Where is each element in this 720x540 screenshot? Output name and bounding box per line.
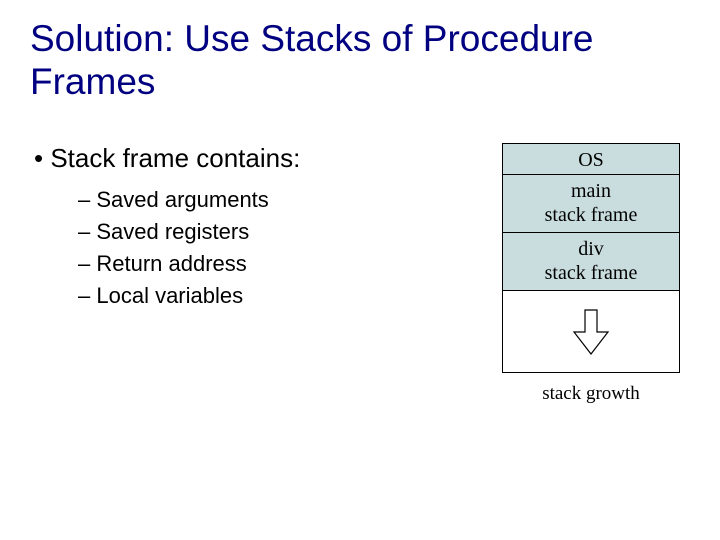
down-arrow-icon — [572, 308, 610, 356]
bullet-main: Stack frame contains: — [30, 143, 482, 174]
frame-label-line1: div — [578, 238, 604, 260]
frame-label-line2: stack frame — [545, 204, 638, 226]
sub-bullet-item: Saved arguments — [78, 184, 482, 216]
sub-bullet-item: Return address — [78, 248, 482, 280]
sub-bullet-list: Saved arguments Saved registers Return a… — [30, 184, 482, 312]
sub-bullet-item: Saved registers — [78, 216, 482, 248]
bullet-column: Stack frame contains: Saved arguments Sa… — [30, 143, 482, 312]
stack-growth-label: stack growth — [502, 383, 680, 405]
frame-label-line2: stack frame — [545, 262, 638, 284]
sub-bullet-item: Local variables — [78, 280, 482, 312]
slide-title: Solution: Use Stacks of Procedure Frames — [30, 18, 690, 103]
content-row: Stack frame contains: Saved arguments Sa… — [30, 143, 690, 405]
stack-main-frame: main stack frame — [502, 175, 680, 233]
stack-diagram: OS main stack frame div stack frame stac… — [502, 143, 680, 405]
stack-div-frame: div stack frame — [502, 233, 680, 291]
stack-empty-box — [502, 291, 680, 373]
stack-os-box: OS — [502, 143, 680, 175]
frame-label-line1: main — [571, 180, 611, 202]
